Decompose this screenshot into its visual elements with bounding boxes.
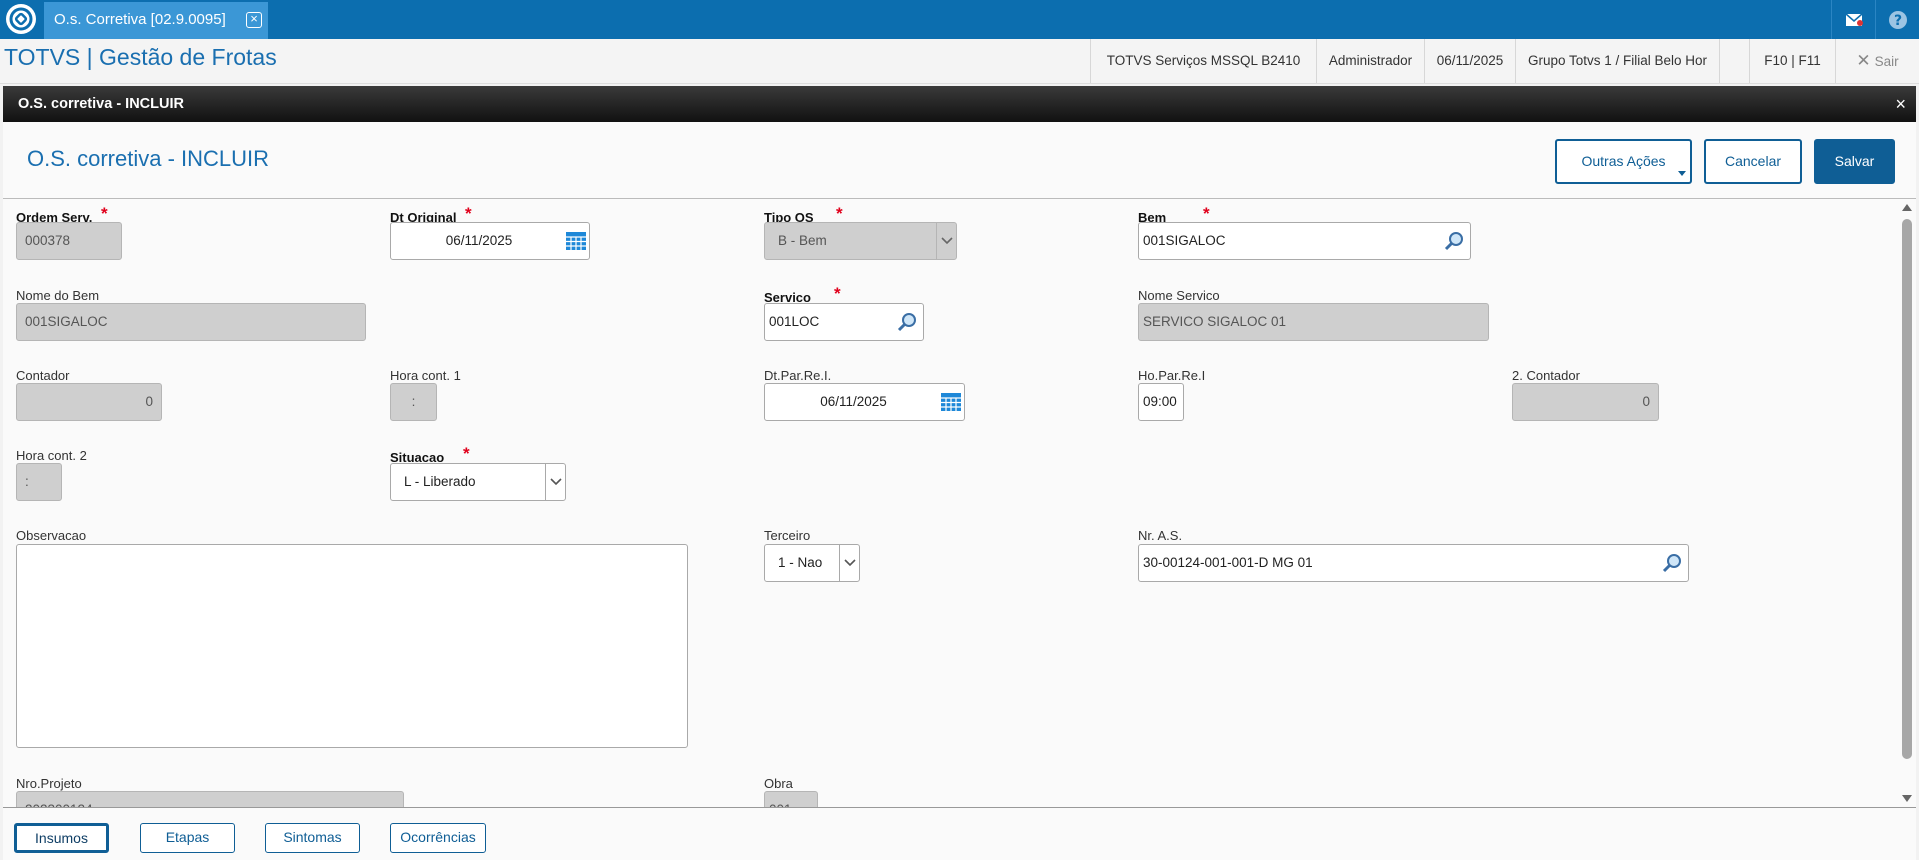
servico-value: 001LOC	[769, 314, 820, 329]
observacao-label: Observacao	[16, 528, 87, 543]
required-mark: *	[463, 444, 470, 463]
outras-acoes-button[interactable]: Outras Ações	[1555, 139, 1692, 184]
mail-icon[interactable]	[1831, 0, 1875, 39]
help-icon[interactable]: ?	[1875, 0, 1919, 39]
chevron-down-icon	[839, 545, 859, 581]
dt-par-re-label: Dt.Par.Re.I.	[764, 368, 832, 383]
nr-as-label: Nr. A.S.	[1138, 528, 1183, 543]
environment-info[interactable]: TOTVS Serviços MSSQL B2410	[1090, 39, 1316, 83]
chevron-down-icon	[936, 223, 956, 259]
tipo-os-select[interactable]: B - Bem	[764, 222, 957, 260]
contador2-label: 2. Contador	[1512, 368, 1580, 383]
search-icon[interactable]	[897, 312, 917, 332]
form-area: Ordem Serv. * 000378 Dt Original * 06/11…	[3, 198, 1916, 808]
form-scrollbar[interactable]	[1900, 199, 1914, 807]
nome-bem-label: Nome do Bem	[16, 288, 100, 303]
tab-close-icon[interactable]: ×	[246, 12, 262, 28]
header-separator	[1719, 39, 1749, 83]
servico-field[interactable]: 001LOC	[764, 303, 924, 341]
page-title: O.S. corretiva - INCLUIR	[27, 146, 270, 171]
situacao-select[interactable]: L - Liberado	[390, 463, 566, 501]
contador-label: Contador	[16, 368, 70, 383]
required-mark: *	[101, 204, 108, 223]
tab-label: O.s. Corretiva [02.9.0095]	[54, 11, 226, 28]
terceiro-value: 1 - Nao	[778, 555, 823, 570]
hora-cont2-field[interactable]: :	[16, 463, 62, 501]
exit-label: Sair	[1874, 54, 1899, 69]
dt-original-field[interactable]: 06/11/2025	[390, 222, 590, 260]
obra-field[interactable]: 001	[764, 791, 818, 807]
dt-original-value: 06/11/2025	[445, 233, 513, 248]
sintomas-button[interactable]: Sintomas	[265, 823, 360, 853]
user-info[interactable]: Administrador	[1316, 39, 1424, 83]
scroll-thumb[interactable]	[1902, 219, 1912, 759]
nro-projeto-field[interactable]: 202300124	[16, 791, 404, 807]
branch-info[interactable]: Grupo Totvs 1 / Filial Belo Hor	[1515, 39, 1719, 83]
search-icon[interactable]	[1444, 231, 1464, 251]
observacao-textarea[interactable]	[16, 544, 688, 748]
nr-as-field[interactable]: 30-00124-001-001-D MG 01	[1138, 544, 1689, 582]
terceiro-select[interactable]: 1 - Nao	[764, 544, 860, 582]
dt-par-re-value: 06/11/2025	[820, 394, 887, 409]
scroll-down-icon[interactable]	[1902, 795, 1912, 803]
dialog-titlebar: O.S. corretiva - INCLUIR ×	[3, 86, 1916, 122]
nome-bem-field[interactable]: 001SIGALOC	[16, 303, 366, 341]
hora-cont1-field[interactable]: :	[390, 383, 437, 421]
calendar-icon[interactable]	[565, 231, 587, 251]
bem-value: 001SIGALOC	[1143, 233, 1226, 248]
nome-servico-field[interactable]: SERVICO SIGALOC 01	[1138, 303, 1489, 341]
top-tab-bar: O.s. Corretiva [02.9.0095] × ?	[0, 0, 1919, 39]
date-info[interactable]: 06/11/2025	[1424, 39, 1515, 83]
ho-par-re-label: Ho.Par.Re.I	[1138, 368, 1206, 383]
tipo-os-value: B - Bem	[778, 233, 827, 248]
scroll-up-icon[interactable]	[1902, 203, 1912, 211]
ordem-serv-field[interactable]: 000378	[16, 222, 122, 260]
etapas-button[interactable]: Etapas	[140, 823, 235, 853]
shortcut-info[interactable]: F10 | F11	[1749, 39, 1835, 83]
contador-field[interactable]: 0	[16, 383, 162, 421]
ho-par-re-field[interactable]: 09:00	[1138, 383, 1184, 421]
nr-as-value: 30-00124-001-001-D MG 01	[1143, 555, 1313, 570]
close-icon: ✕	[1856, 51, 1871, 70]
app-header: TOTVS | Gestão de Frotas TOTVS Serviços …	[0, 39, 1919, 84]
hora-cont1-label: Hora cont. 1	[390, 368, 461, 383]
obra-label: Obra	[764, 776, 793, 791]
outras-acoes-label: Outras Ações	[1581, 153, 1666, 169]
dialog-close-icon[interactable]: ×	[1895, 86, 1906, 122]
insumos-button[interactable]: Insumos	[14, 823, 109, 853]
svg-text:?: ?	[1893, 13, 1901, 29]
required-mark: *	[465, 204, 472, 223]
required-mark: *	[834, 284, 841, 303]
dt-par-re-field[interactable]: 06/11/2025	[764, 383, 965, 421]
dialog-title: O.S. corretiva - INCLUIR	[18, 96, 184, 112]
chevron-down-icon	[545, 464, 565, 500]
terceiro-label: Terceiro	[764, 528, 811, 543]
exit-button[interactable]: ✕ Sair	[1835, 39, 1919, 83]
cancel-button[interactable]: Cancelar	[1704, 139, 1802, 184]
contador2-field[interactable]: 0	[1512, 383, 1659, 421]
chevron-down-icon	[1678, 171, 1686, 176]
app-title: TOTVS | Gestão de Frotas	[4, 44, 277, 70]
ocorrencias-button[interactable]: Ocorrências	[390, 823, 486, 853]
os-dialog: O.S. corretiva - INCLUIR × O.S. corretiv…	[3, 86, 1916, 860]
nro-projeto-label: Nro.Projeto	[16, 776, 82, 791]
totvs-logo-icon[interactable]	[6, 4, 36, 34]
required-mark: *	[1203, 204, 1210, 223]
bem-field[interactable]: 001SIGALOC	[1138, 222, 1471, 260]
tab-os-corretiva[interactable]: O.s. Corretiva [02.9.0095] ×	[44, 2, 268, 39]
nome-servico-label: Nome Servico	[1138, 288, 1220, 303]
save-button[interactable]: Salvar	[1814, 139, 1895, 184]
calendar-icon[interactable]	[940, 392, 962, 412]
search-icon[interactable]	[1662, 553, 1682, 573]
hora-cont2-label: Hora cont. 2	[16, 448, 87, 463]
required-mark: *	[836, 204, 843, 223]
situacao-value: L - Liberado	[404, 474, 476, 489]
